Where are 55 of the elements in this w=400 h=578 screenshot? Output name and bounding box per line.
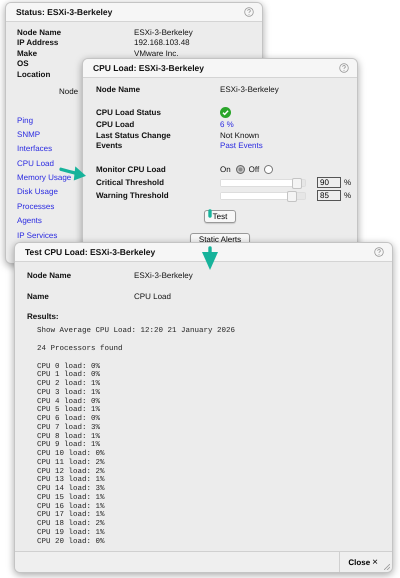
nav-link[interactable]: Processes (17, 202, 54, 212)
window-title: Status: ESXi-3-Berkeley (16, 7, 112, 17)
help-icon[interactable] (339, 63, 349, 73)
threshold-input[interactable]: 90 (317, 177, 341, 188)
help-icon[interactable] (374, 247, 384, 257)
field-value: CPU Load (134, 292, 171, 300)
field-label: Critical Threshold (96, 178, 166, 187)
results-label: Results: (27, 312, 60, 321)
field-label: Location (17, 70, 50, 79)
field-label: Events (96, 141, 124, 150)
field-label: Name (27, 292, 50, 300)
radio-button[interactable] (236, 165, 245, 174)
field-label: Last Status Change (96, 130, 172, 140)
unit-label: % (344, 178, 352, 187)
field-value: ESXi-3-Berkeley (220, 84, 279, 94)
field-label: Node (59, 86, 78, 96)
value-link[interactable]: 6 % (220, 120, 234, 130)
field-label: Monitor CPU Load (96, 165, 167, 174)
nav-link[interactable]: SNMP (17, 130, 40, 140)
window-title: CPU Load: ESXi-3-Berkeley (93, 63, 204, 73)
field-label: CPU Load (96, 120, 136, 130)
nav-link[interactable]: CPU Load (17, 158, 54, 170)
action-button[interactable]: Test (204, 210, 236, 223)
field-value: 192.168.103.48 (134, 38, 190, 48)
field-label: Warning Threshold (96, 191, 170, 200)
field-label: Make (17, 48, 38, 58)
help-icon[interactable] (244, 7, 254, 17)
radio-label: Off (248, 165, 260, 174)
field-label: Node Name (96, 84, 142, 94)
nav-link[interactable]: Interfaces (17, 144, 52, 155)
close-button[interactable]: Close × (339, 552, 392, 572)
window-title: Test CPU Load: ESXi-3-Berkeley (25, 247, 156, 257)
nav-link[interactable]: Memory Usage (17, 173, 72, 184)
threshold-input[interactable]: 85 (317, 190, 341, 201)
field-value: VMware Inc. (134, 48, 178, 58)
slider-thumb[interactable] (287, 190, 298, 202)
field-label: IP Address (17, 38, 58, 48)
field-label: Node Name (27, 270, 72, 280)
radio-label: On (220, 165, 231, 174)
field-value: Not Known (220, 130, 260, 140)
resize-grip-icon[interactable] (384, 564, 390, 570)
nav-link[interactable]: Disk Usage (17, 187, 58, 198)
nav-link[interactable]: Ping (17, 116, 34, 126)
nav-link[interactable]: IP Services (17, 230, 58, 242)
field-label: Node Name (17, 28, 62, 37)
nav-link[interactable]: Agents (17, 216, 42, 227)
check-icon (220, 106, 231, 118)
field-value: ESXi-3-Berkeley (134, 28, 193, 37)
slider-thumb[interactable] (292, 178, 302, 188)
radio-button[interactable] (264, 165, 274, 174)
field-label: OS (17, 59, 29, 68)
field-value: ESXi-3-Berkeley (134, 270, 193, 280)
unit-label: % (344, 191, 352, 200)
field-label: CPU Load Status (96, 108, 162, 116)
value-link[interactable]: Past Events (220, 141, 263, 150)
